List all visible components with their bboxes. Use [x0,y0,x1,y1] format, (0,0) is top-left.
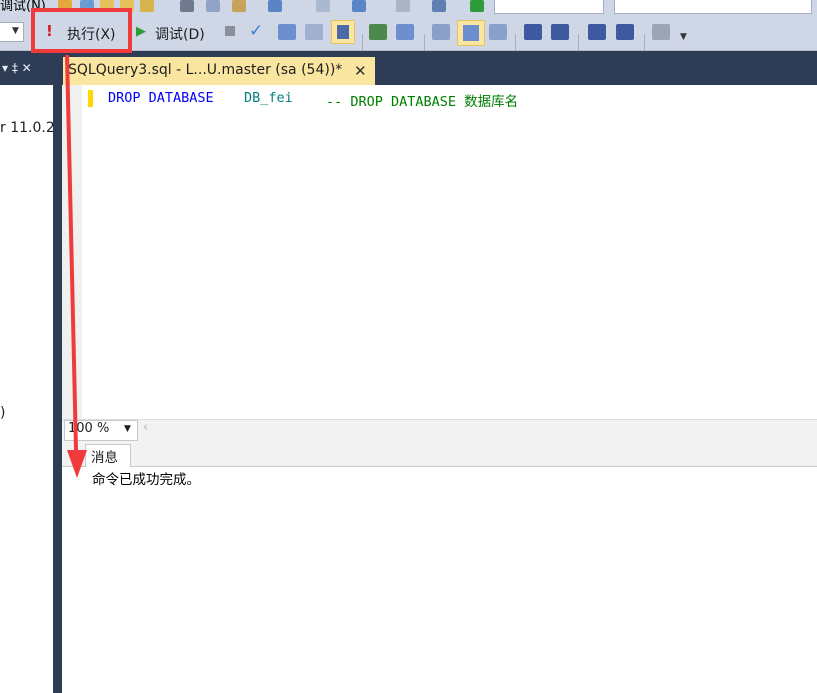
arrow-shaft [65,54,78,451]
annotation-arrow [65,54,87,478]
arrow-head [67,450,87,478]
